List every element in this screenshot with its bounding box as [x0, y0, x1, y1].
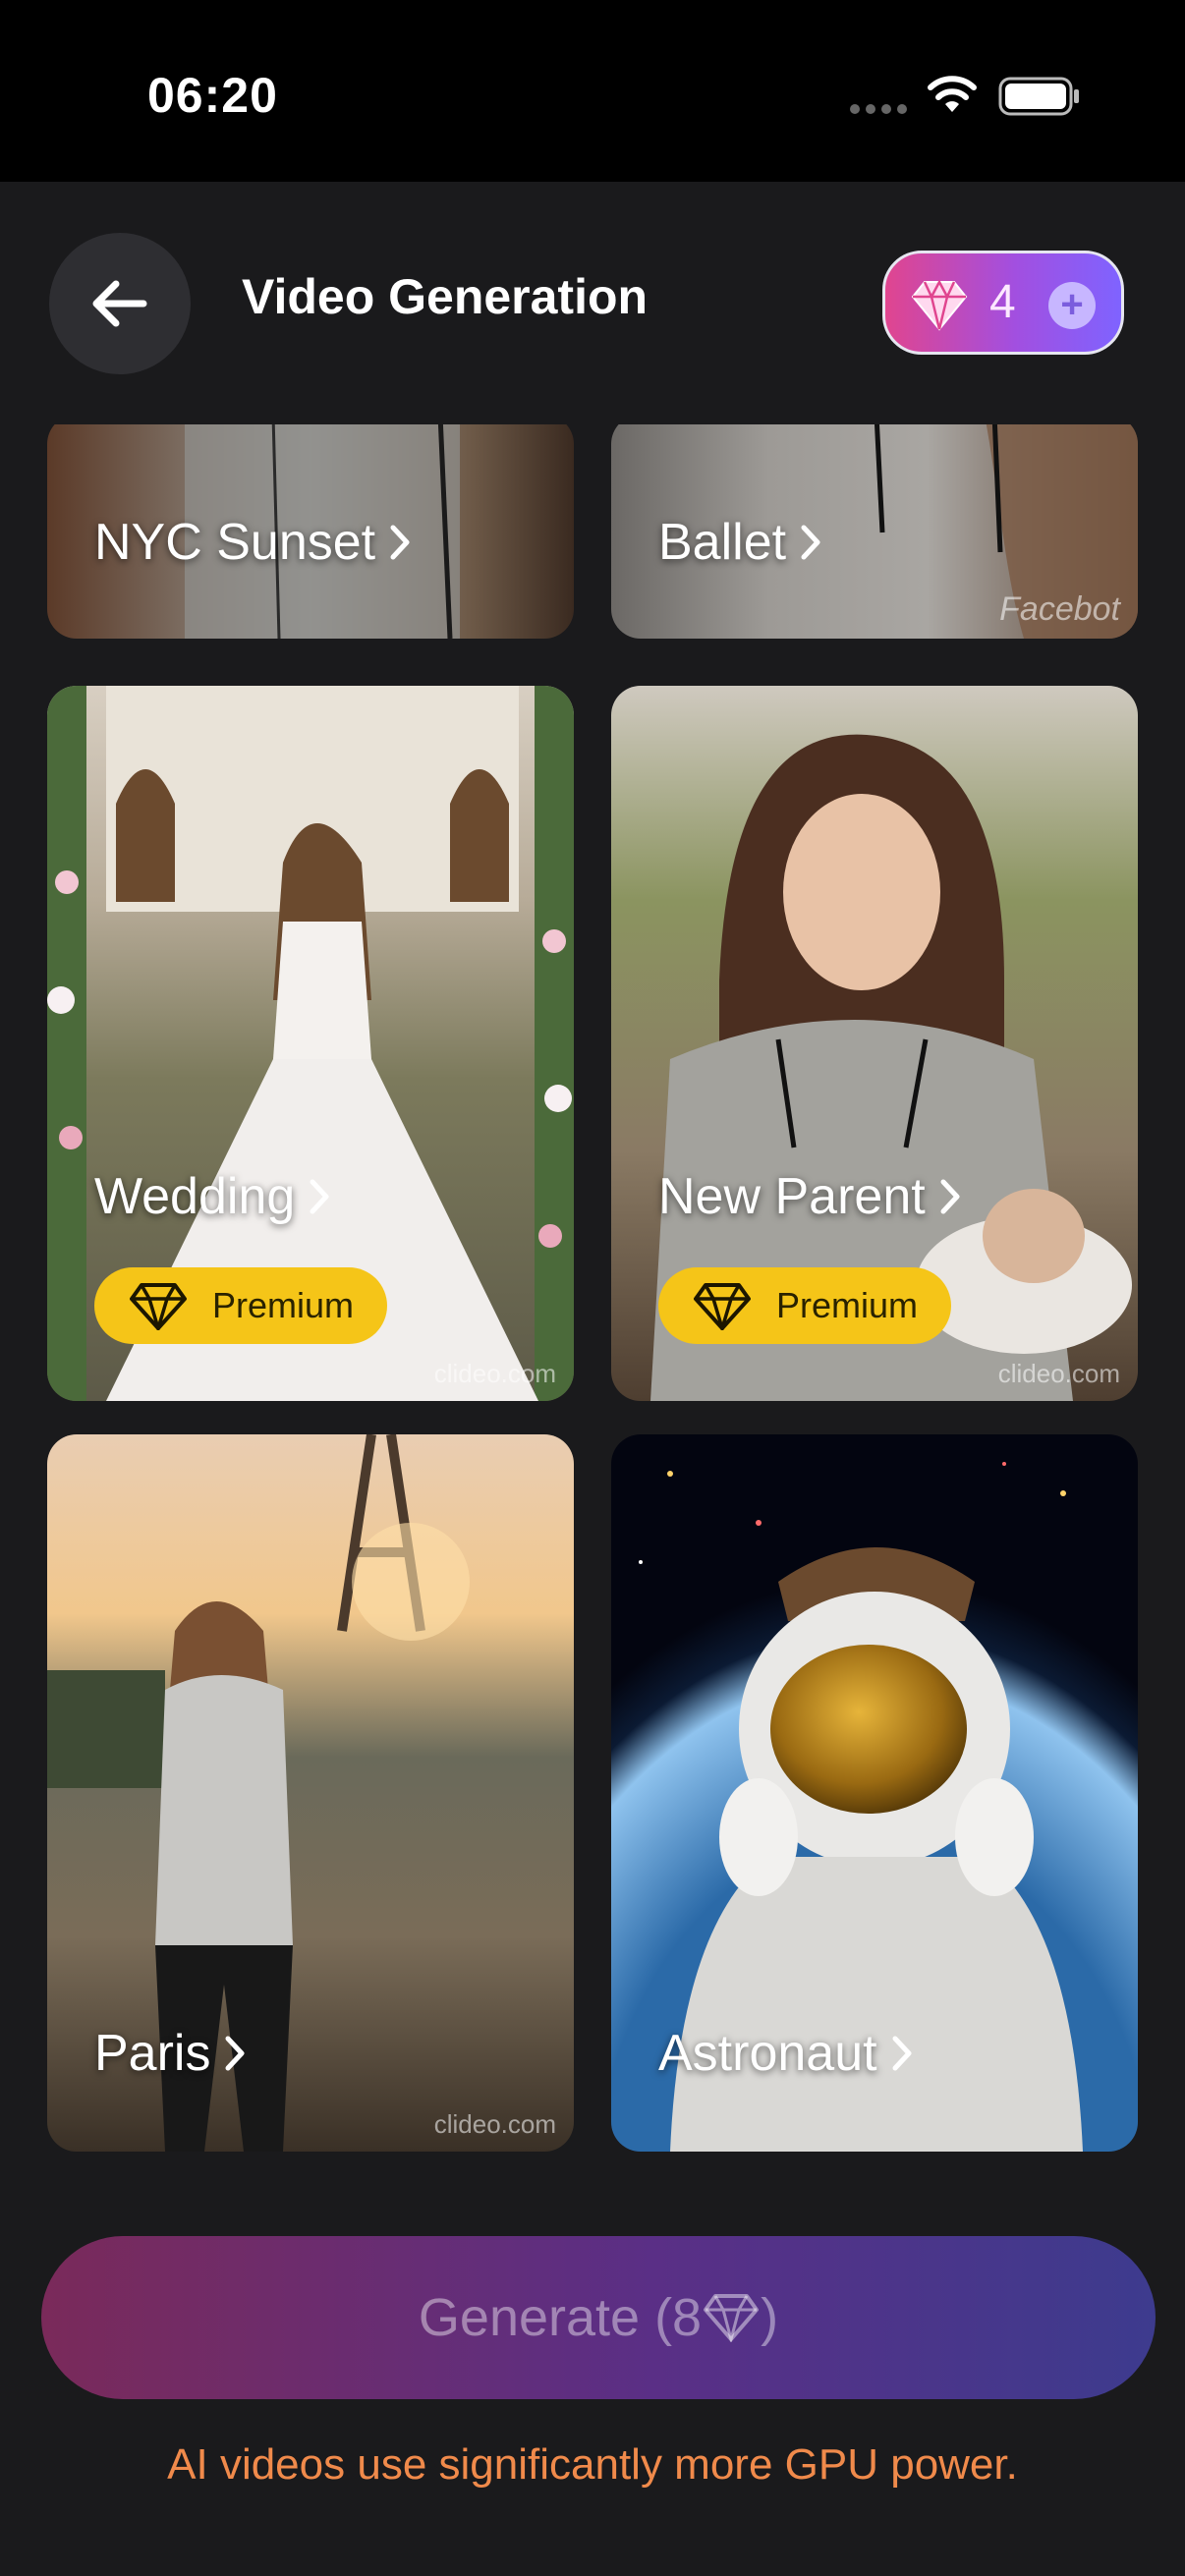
page-title: Video Generation	[242, 269, 649, 324]
chevron-right-icon	[892, 2036, 912, 2071]
generate-label: Generate (8 )	[419, 2287, 778, 2348]
wifi-icon	[928, 76, 977, 112]
template-card-nyc-sunset[interactable]: NYC Sunset	[47, 424, 574, 639]
cellular-icon	[850, 104, 907, 114]
template-grid: NYC Sunset Ballet Facebot Wedding Premiu…	[0, 424, 1185, 2154]
premium-label: Premium	[776, 1285, 919, 1325]
template-label: Paris	[94, 2024, 246, 2083]
generate-button[interactable]: Generate (8 )	[41, 2236, 1156, 2399]
premium-badge: Premium	[94, 1267, 387, 1344]
diamond-icon	[130, 1283, 187, 1330]
watermark: clideo.com	[433, 2109, 556, 2139]
template-label: Astronaut	[658, 2024, 913, 2083]
chevron-right-icon	[940, 1179, 960, 1214]
watermark: clideo.com	[433, 1359, 556, 1388]
battery-icon	[998, 77, 1079, 116]
credits-count: 4	[989, 276, 1016, 328]
template-card-wedding[interactable]: Wedding Premium clideo.com	[47, 686, 574, 1401]
premium-badge: Premium	[658, 1267, 951, 1344]
header: Video Generation 4 +	[0, 182, 1185, 418]
credits-badge[interactable]: 4 +	[882, 251, 1124, 355]
diamond-icon	[694, 1283, 751, 1330]
back-button[interactable]	[49, 233, 191, 374]
watermark: clideo.com	[997, 1359, 1120, 1388]
back-arrow-icon	[92, 280, 147, 327]
premium-label: Premium	[212, 1285, 355, 1325]
template-label: Ballet	[658, 513, 821, 572]
template-card-astronaut[interactable]: Astronaut	[611, 1434, 1138, 2152]
template-card-ballet[interactable]: Ballet Facebot	[611, 424, 1138, 639]
gpu-notice: AI videos use significantly more GPU pow…	[167, 2440, 1018, 2489]
chevron-right-icon	[225, 2036, 245, 2071]
chevron-right-icon	[801, 525, 820, 560]
chevron-right-icon	[390, 525, 410, 560]
status-bar: 06:20	[0, 0, 1185, 182]
chevron-right-icon	[310, 1179, 329, 1214]
generate-label-prefix: Generate (8	[418, 2288, 703, 2347]
status-time: 06:20	[147, 68, 278, 123]
generate-label-suffix: )	[761, 2288, 779, 2347]
template-label: Wedding	[94, 1167, 330, 1226]
diamond-icon	[911, 279, 968, 331]
template-card-paris[interactable]: Paris clideo.com	[47, 1434, 574, 2152]
template-label: New Parent	[658, 1167, 961, 1226]
template-label: NYC Sunset	[94, 513, 411, 572]
template-card-new-parent[interactable]: New Parent Premium clideo.com	[611, 686, 1138, 1401]
add-credits-icon[interactable]: +	[1048, 282, 1096, 329]
watermark: Facebot	[999, 590, 1120, 628]
diamond-icon	[704, 2294, 760, 2342]
